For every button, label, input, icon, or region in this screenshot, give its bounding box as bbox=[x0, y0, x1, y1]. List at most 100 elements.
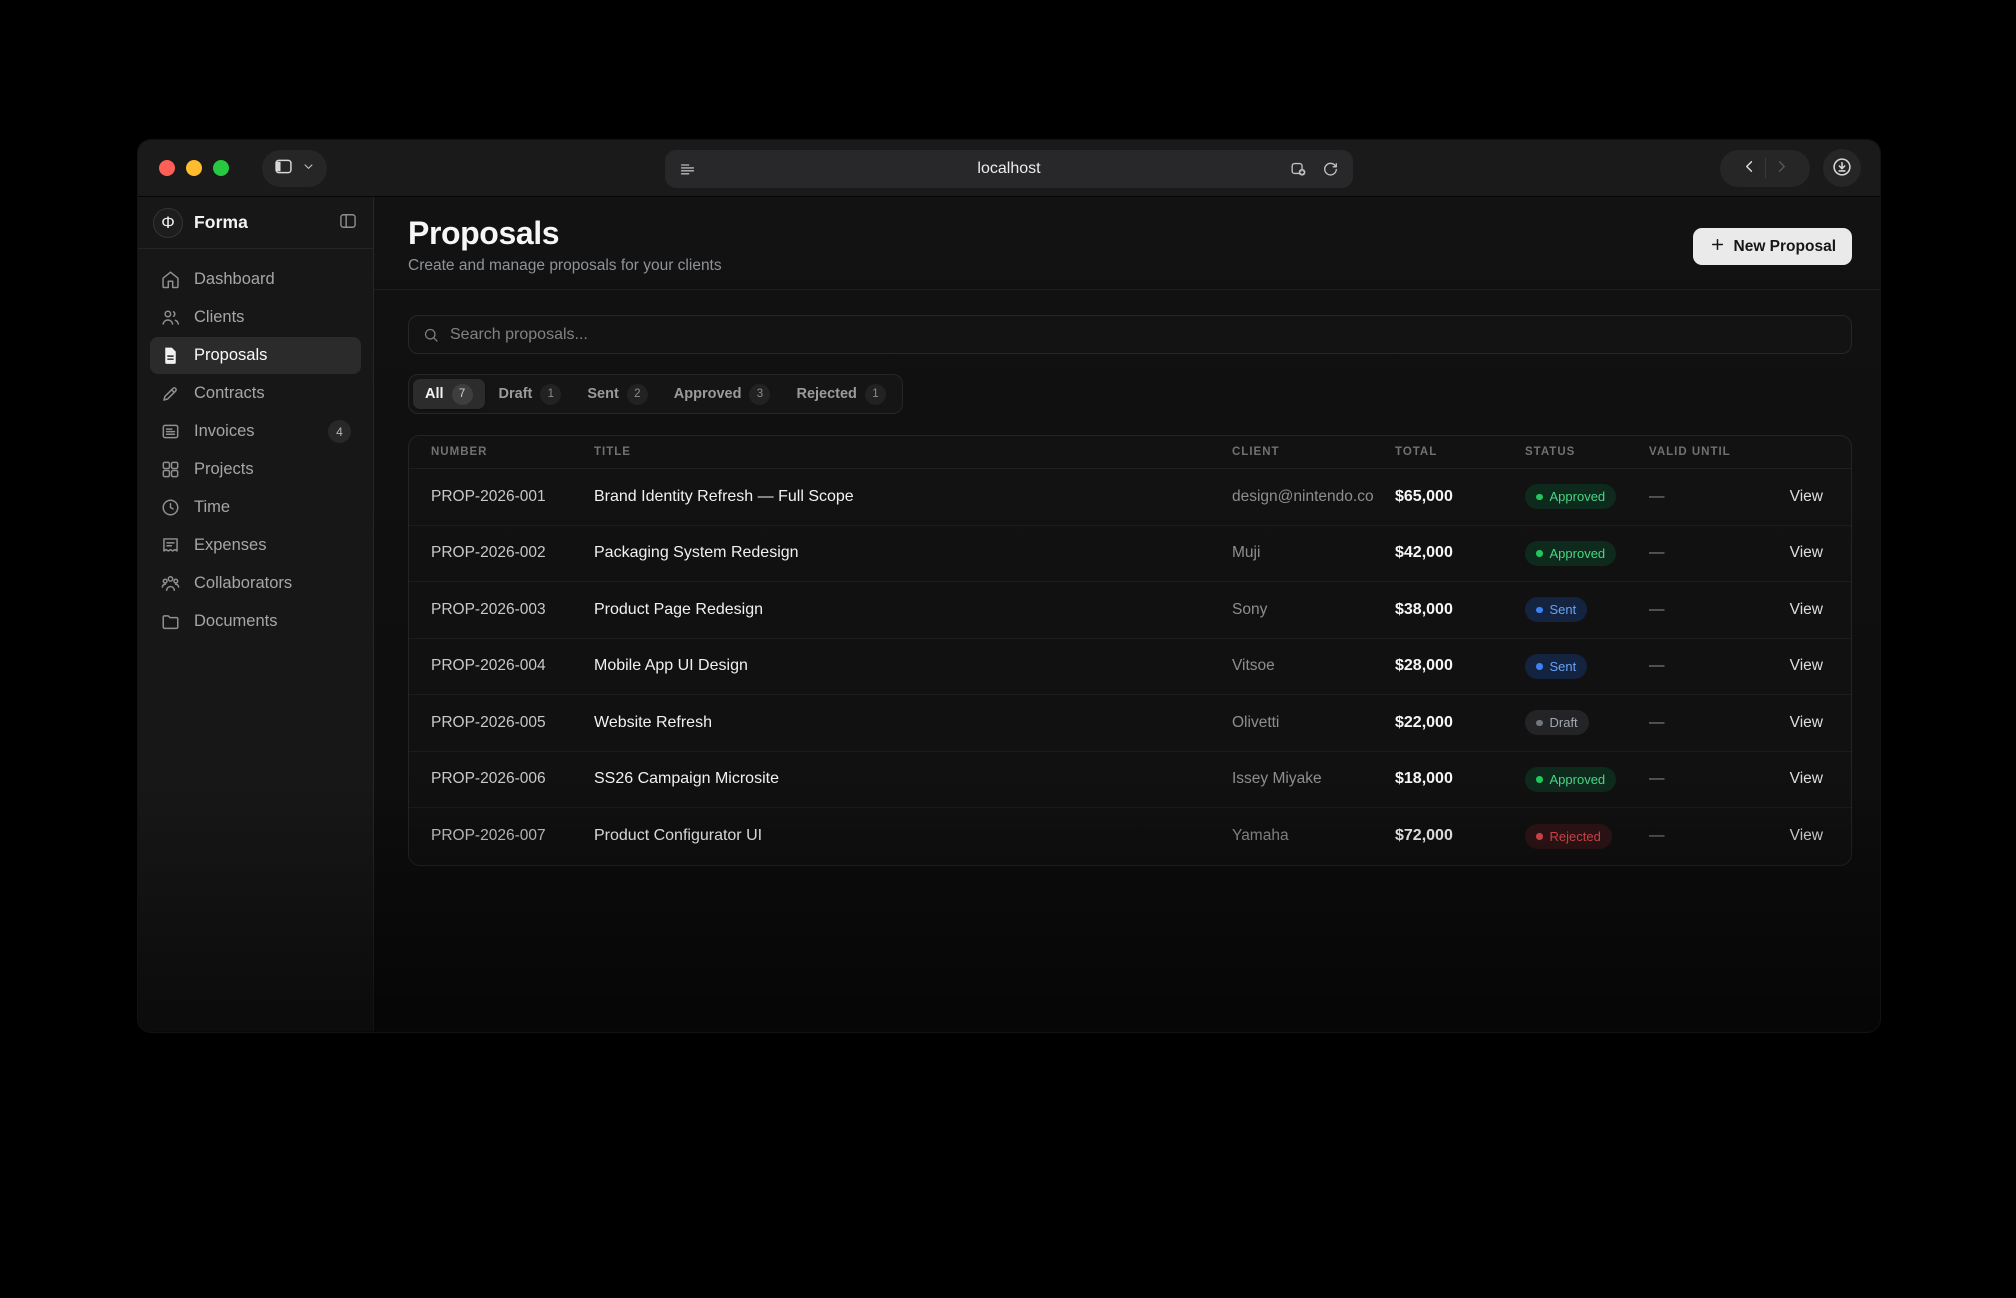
proposal-valid-until: — bbox=[1627, 544, 1744, 562]
app-logo: Φ bbox=[153, 208, 183, 238]
column-header-valid-until: Valid until bbox=[1627, 446, 1744, 458]
proposal-valid-until: — bbox=[1627, 657, 1744, 675]
view-link[interactable]: View bbox=[1790, 770, 1823, 787]
downloads-button[interactable] bbox=[1823, 149, 1861, 187]
tab-draft[interactable]: Draft 1 bbox=[487, 379, 574, 409]
table-row[interactable]: PROP-2026-003 Product Page Redesign Sony… bbox=[409, 582, 1851, 639]
view-link[interactable]: View bbox=[1790, 714, 1823, 731]
view-link[interactable]: View bbox=[1790, 657, 1823, 674]
count-badge: 4 bbox=[328, 420, 351, 443]
table-row[interactable]: PROP-2026-004 Mobile App UI Design Vitso… bbox=[409, 639, 1851, 696]
back-button[interactable] bbox=[1740, 157, 1759, 179]
table-row[interactable]: PROP-2026-005 Website Refresh Olivetti $… bbox=[409, 695, 1851, 752]
search-icon bbox=[422, 326, 440, 344]
status-badge: Draft bbox=[1525, 710, 1589, 735]
browser-toolbar: localhost bbox=[138, 140, 1880, 197]
sidebar-item-documents[interactable]: Documents bbox=[150, 603, 361, 640]
sidebar-item-proposals[interactable]: Proposals bbox=[150, 337, 361, 374]
proposal-valid-until: — bbox=[1627, 601, 1744, 619]
proposal-valid-until: — bbox=[1627, 714, 1744, 732]
table-row[interactable]: PROP-2026-001 Brand Identity Refresh — F… bbox=[409, 469, 1851, 526]
table-row[interactable]: PROP-2026-006 SS26 Campaign Microsite Is… bbox=[409, 752, 1851, 809]
view-link[interactable]: View bbox=[1790, 488, 1823, 505]
forward-button[interactable] bbox=[1772, 157, 1791, 179]
status-dot-icon bbox=[1536, 494, 1543, 501]
proposal-valid-until: — bbox=[1627, 488, 1744, 506]
window-controls bbox=[159, 160, 229, 176]
proposal-status: Approved bbox=[1503, 767, 1627, 792]
proposal-title: Website Refresh bbox=[572, 714, 1210, 732]
proposal-total: $38,000 bbox=[1373, 601, 1503, 619]
clock-icon bbox=[160, 497, 181, 518]
sidebar-toggle-icon bbox=[273, 156, 294, 180]
table-row[interactable]: PROP-2026-002 Packaging System Redesign … bbox=[409, 526, 1851, 583]
app-name: Forma bbox=[194, 212, 248, 233]
view-link[interactable]: View bbox=[1790, 601, 1823, 618]
proposal-number: PROP-2026-001 bbox=[409, 488, 572, 506]
sidebar-item-time[interactable]: Time bbox=[150, 489, 361, 526]
nav-cluster bbox=[1720, 149, 1861, 187]
new-proposal-button[interactable]: New Proposal bbox=[1693, 228, 1853, 265]
zoom-button[interactable] bbox=[213, 160, 229, 176]
search-bar bbox=[408, 315, 1852, 354]
sidebar-item-contracts[interactable]: Contracts bbox=[150, 375, 361, 412]
tab-approved[interactable]: Approved 3 bbox=[662, 379, 783, 409]
column-header-status: Status bbox=[1503, 446, 1627, 458]
sidebar-item-dashboard[interactable]: Dashboard bbox=[150, 261, 361, 298]
sidebar-item-label: Proposals bbox=[194, 346, 267, 365]
proposal-status: Sent bbox=[1503, 597, 1627, 622]
plus-icon bbox=[1709, 236, 1726, 258]
proposal-total: $72,000 bbox=[1373, 827, 1503, 845]
tab-rejected[interactable]: Rejected 1 bbox=[784, 379, 897, 409]
sidebar-item-label: Documents bbox=[194, 612, 277, 631]
reload-icon[interactable] bbox=[1321, 160, 1340, 179]
privacy-badge-icon[interactable] bbox=[1289, 160, 1308, 179]
reader-icon[interactable] bbox=[678, 160, 697, 179]
search-input[interactable] bbox=[450, 326, 1838, 344]
status-badge: Approved bbox=[1525, 484, 1616, 509]
invoice-icon bbox=[160, 421, 181, 442]
proposal-title: Mobile App UI Design bbox=[572, 657, 1210, 675]
sidebar-nav: Dashboard Clients Proposals Contracts In… bbox=[138, 249, 373, 652]
tab-all[interactable]: All 7 bbox=[413, 379, 485, 409]
status-dot-icon bbox=[1536, 607, 1543, 614]
sidebar-item-expenses[interactable]: Expenses bbox=[150, 527, 361, 564]
page-header: Proposals Create and manage proposals fo… bbox=[374, 197, 1880, 290]
proposal-status: Rejected bbox=[1503, 824, 1627, 849]
proposal-valid-until: — bbox=[1627, 770, 1744, 788]
view-link[interactable]: View bbox=[1790, 827, 1823, 844]
tab-count-badge: 1 bbox=[540, 384, 561, 405]
sidebar-item-label: Time bbox=[194, 498, 230, 517]
browser-window: localhost Φ Forma Dashboard bbox=[138, 140, 1880, 1032]
sidebar-item-clients[interactable]: Clients bbox=[150, 299, 361, 336]
status-badge: Rejected bbox=[1525, 824, 1612, 849]
sidebar-item-collaborators[interactable]: Collaborators bbox=[150, 565, 361, 602]
view-link[interactable]: View bbox=[1790, 544, 1823, 561]
sidebar-item-invoices[interactable]: Invoices 4 bbox=[150, 413, 361, 450]
sidebar-item-label: Expenses bbox=[194, 536, 266, 555]
tab-label: Sent bbox=[587, 386, 618, 402]
sidebar-item-projects[interactable]: Projects bbox=[150, 451, 361, 488]
status-badge: Sent bbox=[1525, 654, 1587, 679]
pen-icon bbox=[160, 383, 181, 404]
filter-tabs: All 7 Draft 1 Sent 2 Approved 3 Rejected… bbox=[408, 374, 903, 414]
main-content: Proposals Create and manage proposals fo… bbox=[374, 197, 1880, 1031]
tab-sent[interactable]: Sent 2 bbox=[575, 379, 659, 409]
proposal-client: Muji bbox=[1210, 544, 1373, 562]
proposal-total: $42,000 bbox=[1373, 544, 1503, 562]
minimize-button[interactable] bbox=[186, 160, 202, 176]
collapse-sidebar-button[interactable] bbox=[338, 211, 358, 234]
tab-count-badge: 1 bbox=[865, 384, 886, 405]
proposal-title: Brand Identity Refresh — Full Scope bbox=[572, 488, 1210, 506]
proposal-number: PROP-2026-003 bbox=[409, 601, 572, 619]
proposal-status: Approved bbox=[1503, 484, 1627, 509]
proposal-status: Approved bbox=[1503, 541, 1627, 566]
proposal-status: Sent bbox=[1503, 654, 1627, 679]
people-icon bbox=[160, 573, 181, 594]
sidebar-toggle-button[interactable] bbox=[262, 150, 327, 187]
table-row[interactable]: PROP-2026-007 Product Configurator UI Ya… bbox=[409, 808, 1851, 865]
close-button[interactable] bbox=[159, 160, 175, 176]
address-bar[interactable]: localhost bbox=[665, 150, 1353, 188]
proposal-client: Yamaha bbox=[1210, 827, 1373, 845]
status-badge: Approved bbox=[1525, 541, 1616, 566]
